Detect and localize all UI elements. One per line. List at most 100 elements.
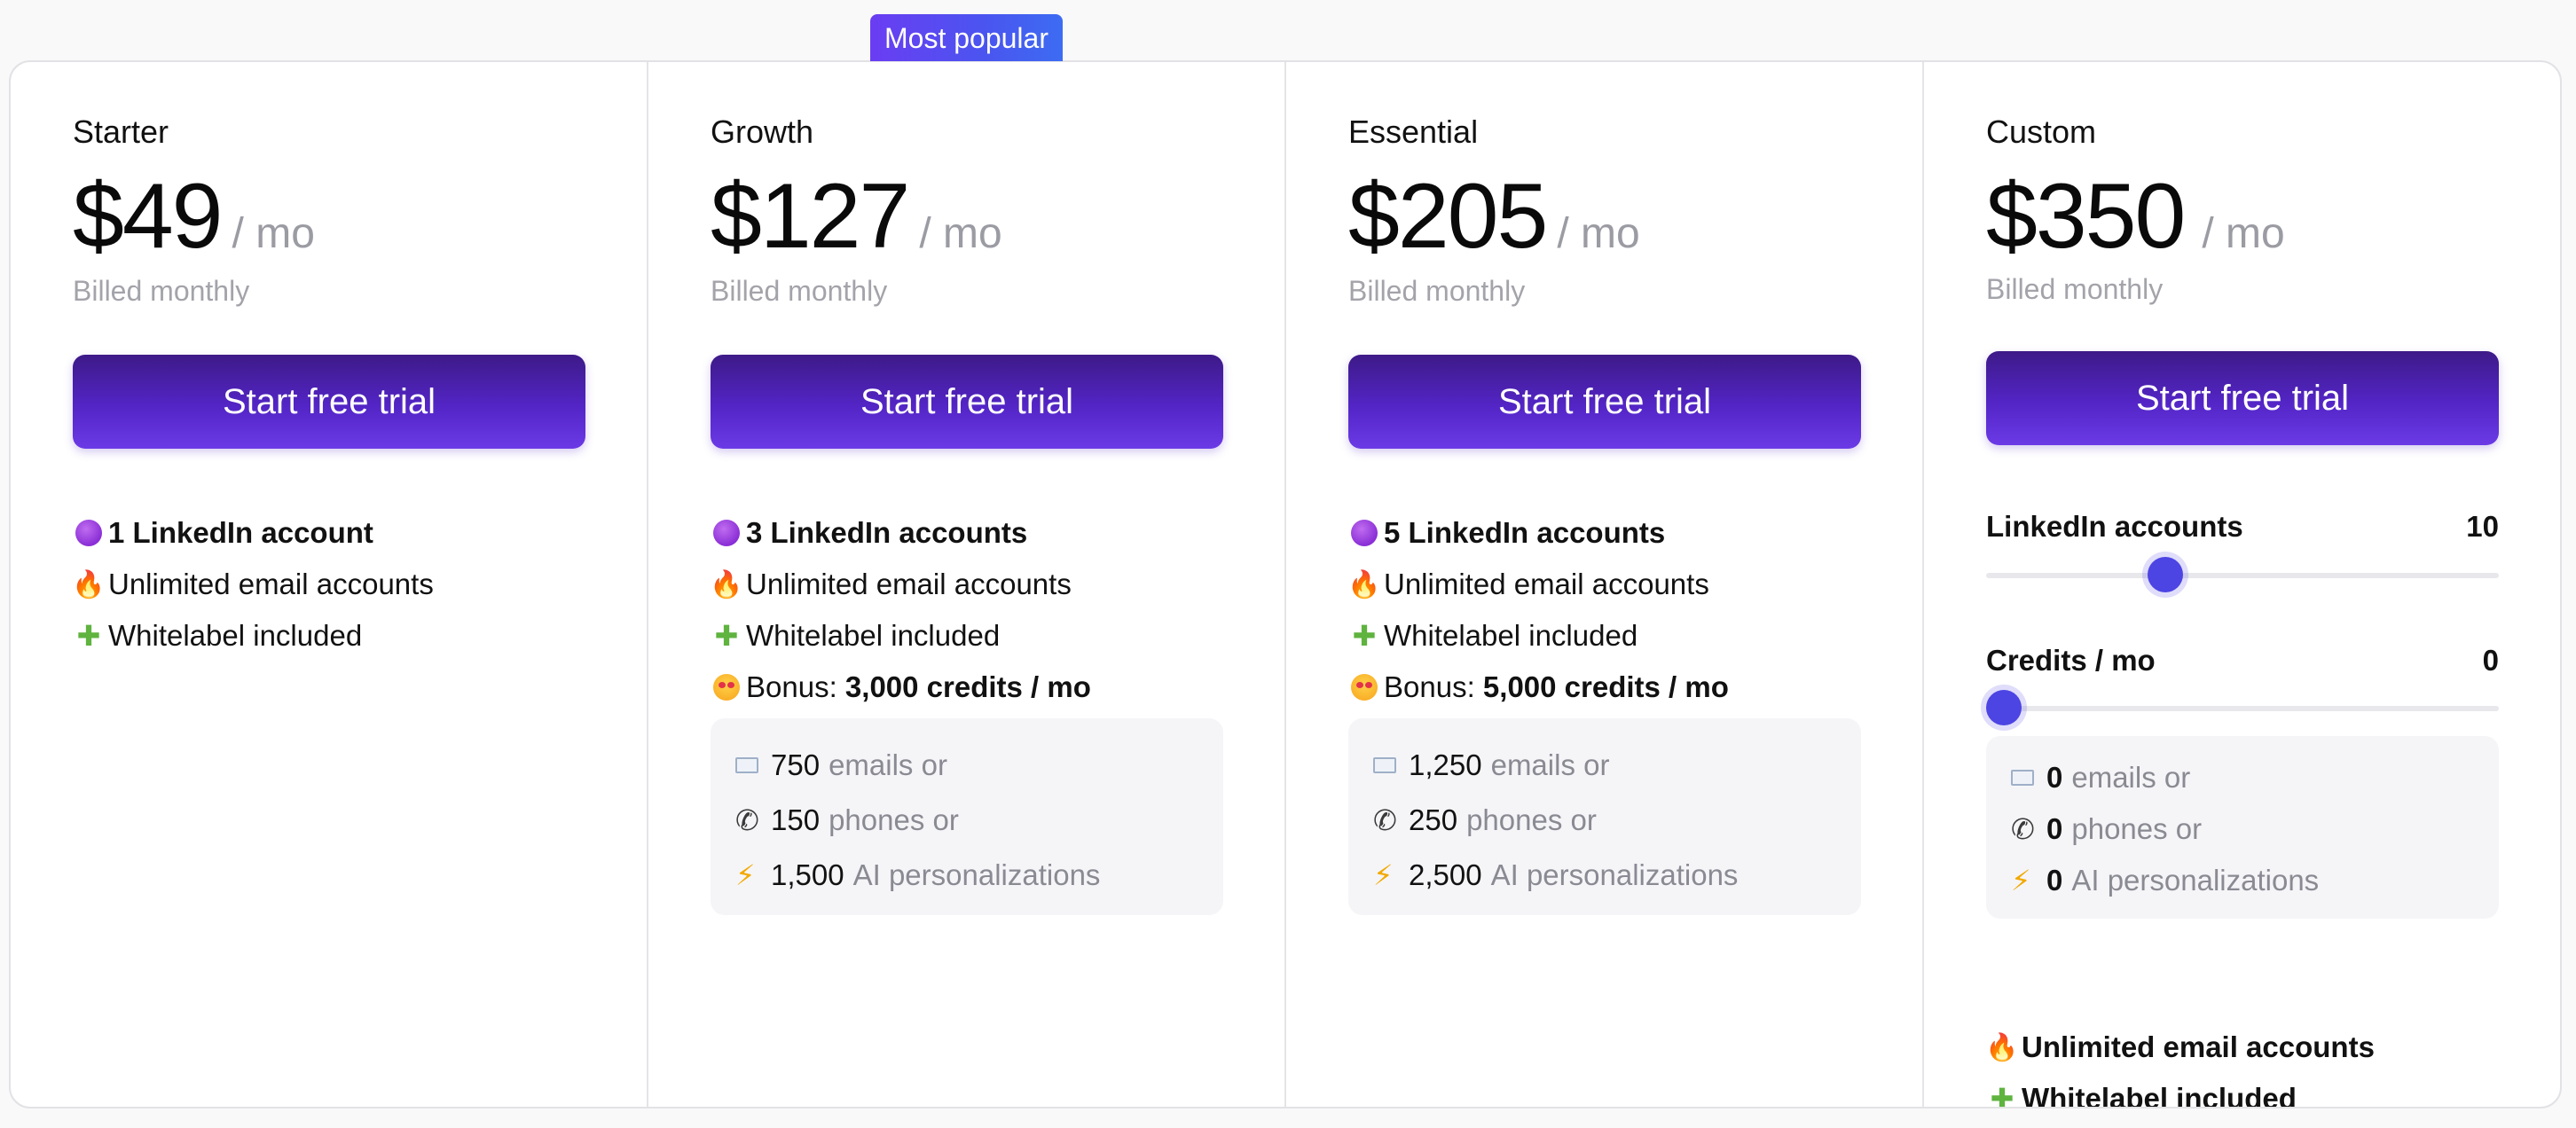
- credit-value: 2,500: [1409, 858, 1482, 891]
- start-free-trial-button[interactable]: Start free trial: [1986, 351, 2499, 445]
- linkedin-accounts-label-row: LinkedIn accounts 10: [1986, 510, 2499, 544]
- plan-name: Custom: [1986, 114, 2097, 150]
- fire-icon: 🔥: [1985, 1032, 2019, 1062]
- price-period: / mo: [919, 210, 1002, 257]
- billing-note: Billed monthly: [711, 275, 888, 307]
- slider-value: 10: [2466, 510, 2499, 543]
- envelope-icon: [1373, 757, 1405, 773]
- credit-row: ✆ 250 phones or: [1373, 793, 1861, 848]
- plan-name: Essential: [1348, 114, 1479, 150]
- purple-circle-icon: [73, 520, 105, 546]
- lightning-icon: ⚡: [1373, 859, 1394, 891]
- credit-value: 0: [2046, 812, 2063, 845]
- feature-item: 🔥 Unlimited email accounts: [1985, 1022, 2375, 1073]
- feature-text: Whitelabel included: [2022, 1082, 2297, 1108]
- bonus-prefix: Bonus:: [1384, 670, 1483, 703]
- slider-track[interactable]: [1986, 706, 2499, 711]
- slider-handle[interactable]: [2148, 557, 2184, 592]
- credit-value: 150: [771, 803, 821, 836]
- purple-circle-icon: [1348, 520, 1380, 546]
- feature-item: ✚ Whitelabel included: [711, 610, 1091, 662]
- credit-value: 1,500: [771, 858, 844, 891]
- feature-text: 1 LinkedIn account: [108, 516, 373, 549]
- credit-row: ✆ 150 phones or: [735, 793, 1223, 848]
- price-row: $49 / mo: [73, 170, 315, 262]
- price: $205: [1348, 165, 1548, 268]
- plan-card-starter: Starter $49 / mo Billed monthly Start fr…: [11, 62, 648, 1107]
- feature-text: Whitelabel included: [108, 619, 363, 652]
- plan-name: Starter: [73, 114, 169, 150]
- feature-text: Whitelabel included: [1384, 619, 1638, 652]
- slider-track[interactable]: [1986, 573, 2499, 578]
- feature-item: 🔥 Unlimited email accounts: [72, 559, 434, 610]
- feature-item: ✚ Whitelabel included: [73, 610, 434, 662]
- credit-row: 0 emails or: [2011, 752, 2499, 803]
- credit-label: phones or: [1466, 803, 1597, 836]
- feature-item-bonus: Bonus: 3,000 credits / mo: [711, 662, 1091, 713]
- fire-icon: 🔥: [72, 569, 106, 599]
- feature-text: Unlimited email accounts: [2022, 1030, 2375, 1063]
- plan-card-custom: Custom $350 / mo Billed monthly Start fr…: [1924, 62, 2560, 1107]
- lightning-icon: ⚡: [735, 859, 756, 891]
- billing-note: Billed monthly: [73, 275, 250, 307]
- price-period: / mo: [232, 210, 315, 257]
- plan-card-essential: Essential $205 / mo Billed monthly Start…: [1286, 62, 1924, 1107]
- puzzle-icon: ✚: [1990, 1083, 2014, 1108]
- credit-label: phones or: [2071, 812, 2203, 845]
- feature-item: 🔥 Unlimited email accounts: [1347, 559, 1729, 610]
- credit-label: emails or: [2071, 761, 2191, 794]
- credit-row: 1,250 emails or: [1373, 738, 1861, 793]
- start-free-trial-button[interactable]: Start free trial: [1348, 355, 1861, 449]
- pricing-panel: Starter $49 / mo Billed monthly Start fr…: [9, 60, 2562, 1108]
- puzzle-icon: ✚: [1352, 620, 1377, 652]
- fire-icon: 🔥: [1347, 569, 1381, 599]
- credit-label: AI personalizations: [2071, 864, 2320, 897]
- credit-row: ⚡ 2,500 AI personalizations: [1373, 848, 1861, 903]
- puzzle-icon: ✚: [76, 620, 101, 652]
- price-row: $127 / mo: [711, 170, 1002, 262]
- feature-list: 1 LinkedIn account 🔥 Unlimited email acc…: [72, 507, 434, 662]
- credit-label: AI personalizations: [1490, 858, 1739, 891]
- price-row: $205 / mo: [1348, 170, 1640, 262]
- linkedin-accounts-slider[interactable]: [1986, 557, 2499, 592]
- feature-item: ✚ Whitelabel included: [1348, 610, 1729, 662]
- slider-handle[interactable]: [1986, 690, 2022, 725]
- credits-slider[interactable]: [1986, 690, 2499, 725]
- slider-label: Credits / mo: [1986, 644, 2156, 677]
- most-popular-badge: Most popular: [870, 14, 1063, 61]
- bonus-text: 5,000 credits / mo: [1482, 670, 1729, 703]
- feature-item: 3 LinkedIn accounts: [711, 507, 1091, 559]
- feature-text: Unlimited email accounts: [108, 568, 434, 600]
- start-free-trial-button[interactable]: Start free trial: [73, 355, 585, 449]
- credits-label-row: Credits / mo 0: [1986, 644, 2499, 678]
- credit-breakdown: 1,250 emails or ✆ 250 phones or ⚡ 2,500 …: [1348, 718, 1861, 915]
- feature-item: 1 LinkedIn account: [73, 507, 434, 559]
- bonus-prefix: Bonus:: [746, 670, 845, 703]
- phone-icon: ✆: [735, 804, 759, 836]
- price: $127: [711, 165, 910, 268]
- feature-text: 3 LinkedIn accounts: [746, 516, 1028, 549]
- credit-label: emails or: [1490, 748, 1610, 781]
- lightning-icon: ⚡: [2011, 865, 2031, 897]
- plan-card-growth: Growth $127 / mo Billed monthly Start fr…: [648, 62, 1286, 1107]
- extra-feature-list: 🔥 Unlimited email accounts ✚ Whitelabel …: [1985, 1022, 2375, 1108]
- feature-list: 3 LinkedIn accounts 🔥 Unlimited email ac…: [710, 507, 1091, 713]
- start-free-trial-button[interactable]: Start free trial: [711, 355, 1223, 449]
- purple-circle-icon: [711, 520, 742, 546]
- price: $49: [73, 165, 224, 268]
- feature-item: ✚ Whitelabel included: [1986, 1073, 2375, 1108]
- feature-list: 5 LinkedIn accounts 🔥 Unlimited email ac…: [1347, 507, 1729, 713]
- billing-note: Billed monthly: [1986, 273, 2164, 305]
- credit-value: 250: [1409, 803, 1458, 836]
- feature-text: Unlimited email accounts: [746, 568, 1072, 600]
- credit-value: 750: [771, 748, 821, 781]
- credit-value: 1,250: [1409, 748, 1482, 781]
- credit-row: ⚡ 1,500 AI personalizations: [735, 848, 1223, 903]
- bonus-text: 3,000 credits / mo: [844, 670, 1091, 703]
- billing-note: Billed monthly: [1348, 275, 1526, 307]
- credit-label: AI personalizations: [852, 858, 1101, 891]
- feature-item: 🔥 Unlimited email accounts: [710, 559, 1091, 610]
- feature-text: Unlimited email accounts: [1384, 568, 1709, 600]
- slider-value: 0: [2482, 644, 2499, 677]
- puzzle-icon: ✚: [714, 620, 739, 652]
